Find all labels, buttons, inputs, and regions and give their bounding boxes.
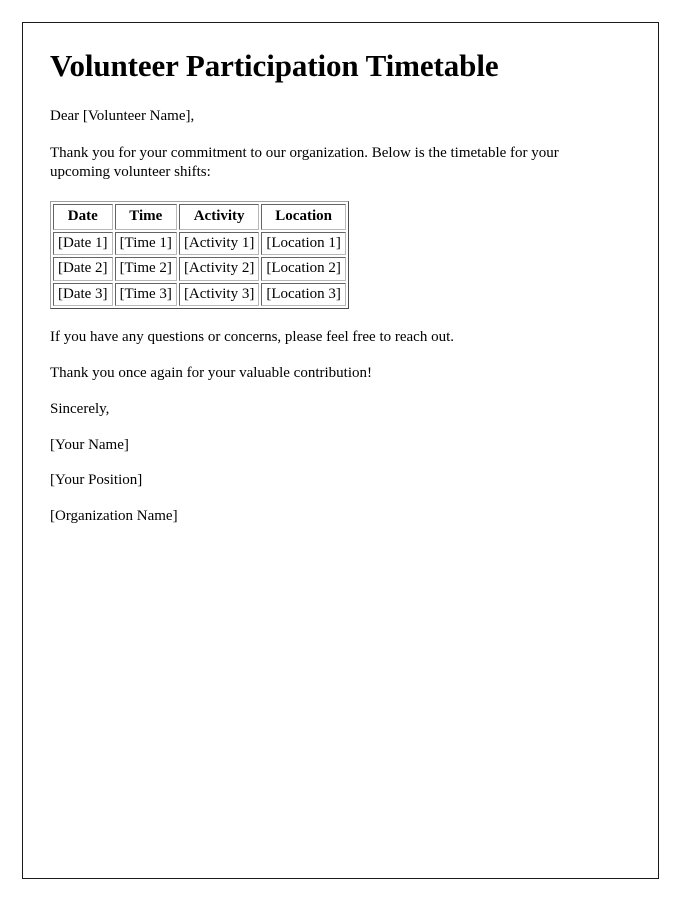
column-header-date: Date [53, 204, 113, 230]
cell-activity: [Activity 1] [178, 231, 260, 256]
signature-position: [Your Position] [50, 472, 143, 489]
document-body: Volunteer Participation Timetable Dear [… [23, 23, 658, 527]
column-header-activity: Activity [178, 204, 260, 230]
cell-location: [Location 3] [261, 282, 346, 307]
page-title: Volunteer Participation Timetable [50, 48, 499, 83]
cell-location: [Location 2] [261, 257, 346, 281]
cell-activity: [Activity 2] [178, 257, 260, 281]
cell-date: [Date 3] [53, 282, 113, 307]
cell-time: [Time 2] [114, 257, 177, 281]
intro-paragraph: Thank you for your commitment to our org… [50, 144, 559, 181]
timetable-container: Date Time Activity Location [Date 1] [Ti… [50, 201, 630, 310]
salutation-text: Dear [Volunteer Name], [50, 107, 195, 124]
cell-date: [Date 2] [53, 257, 113, 281]
table-row: [Date 2] [Time 2] [Activity 2] [Location… [53, 257, 346, 281]
volunteer-timetable: Date Time Activity Location [Date 1] [Ti… [50, 201, 349, 310]
column-header-time: Time [114, 204, 177, 230]
table-row: [Date 3] [Time 3] [Activity 3] [Location… [53, 282, 346, 307]
closing-paragraph-questions: If you have any questions or concerns, p… [50, 329, 454, 346]
cell-activity: [Activity 3] [178, 282, 260, 307]
cell-location: [Location 1] [261, 231, 346, 256]
table-row: [Date 1] [Time 1] [Activity 1] [Location… [53, 231, 346, 256]
table-body: [Date 1] [Time 1] [Activity 1] [Location… [53, 231, 346, 307]
table-header: Date Time Activity Location [53, 204, 346, 230]
cell-time: [Time 1] [114, 231, 177, 256]
cell-time: [Time 3] [114, 282, 177, 307]
signature-name: [Your Name] [50, 436, 129, 453]
column-header-location: Location [261, 204, 346, 230]
table-header-row: Date Time Activity Location [53, 204, 346, 230]
cell-date: [Date 1] [53, 231, 113, 256]
signoff-text: Sincerely, [50, 400, 110, 417]
signature-organization: [Organization Name] [50, 508, 178, 525]
document-page: Volunteer Participation Timetable Dear [… [22, 22, 659, 879]
closing-paragraph-thanks: Thank you once again for your valuable c… [50, 364, 372, 381]
